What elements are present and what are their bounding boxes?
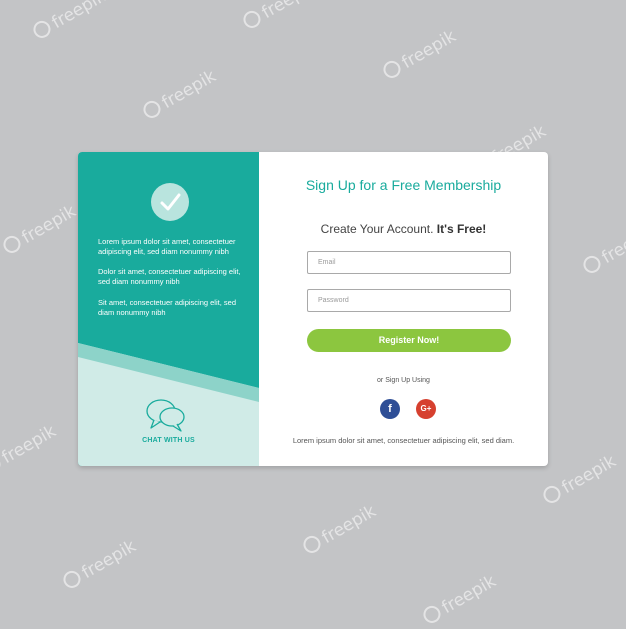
chat-with-us-label[interactable]: CHAT WITH US (78, 437, 259, 444)
signup-card: Lorem ipsum dolor sit amet, consectetuer… (78, 152, 548, 466)
chat-bubbles-icon[interactable] (144, 397, 188, 438)
footer-text: Lorem ipsum dolor sit amet, consectetuer… (292, 436, 515, 445)
info-panel: Lorem ipsum dolor sit amet, consectetuer… (78, 152, 259, 466)
register-button[interactable]: Register Now! (307, 329, 511, 352)
watermark: freepik (30, 0, 110, 44)
watermark: freepik (0, 421, 60, 478)
email-field[interactable]: Email (307, 251, 511, 274)
watermark: freepik (300, 501, 380, 558)
email-placeholder: Email (318, 259, 336, 266)
signup-form: Sign Up for a Free Membership Create You… (259, 152, 548, 466)
password-placeholder: Password (318, 297, 349, 304)
info-paragraph: Dolor sit amet, consectetuer adipiscing … (98, 267, 241, 286)
watermark: freepik (580, 221, 626, 278)
watermark: freepik (380, 26, 460, 83)
password-field[interactable]: Password (307, 289, 511, 312)
form-subtitle: Create Your Account. It's Free! (259, 222, 548, 236)
subtitle-bold: It's Free! (436, 222, 487, 236)
info-paragraph: Sit amet, consectetuer adipiscing elit, … (98, 298, 236, 317)
watermark: freepik (420, 571, 500, 628)
watermark: freepik (540, 451, 620, 508)
subtitle-regular: Create Your Account. (320, 222, 434, 236)
form-title: Sign Up for a Free Membership (305, 177, 502, 193)
watermark: freepik (60, 536, 140, 593)
checkmark-icon (151, 183, 189, 221)
google-plus-icon[interactable]: G+ (416, 399, 436, 419)
facebook-icon[interactable]: f (380, 399, 400, 419)
info-paragraph: Lorem ipsum dolor sit amet, consectetuer… (98, 237, 236, 256)
watermark: freepik (140, 66, 220, 123)
watermark: freepik (240, 0, 320, 34)
watermark: freepik (0, 201, 80, 258)
or-sign-up-label: or Sign Up Using (377, 377, 430, 384)
